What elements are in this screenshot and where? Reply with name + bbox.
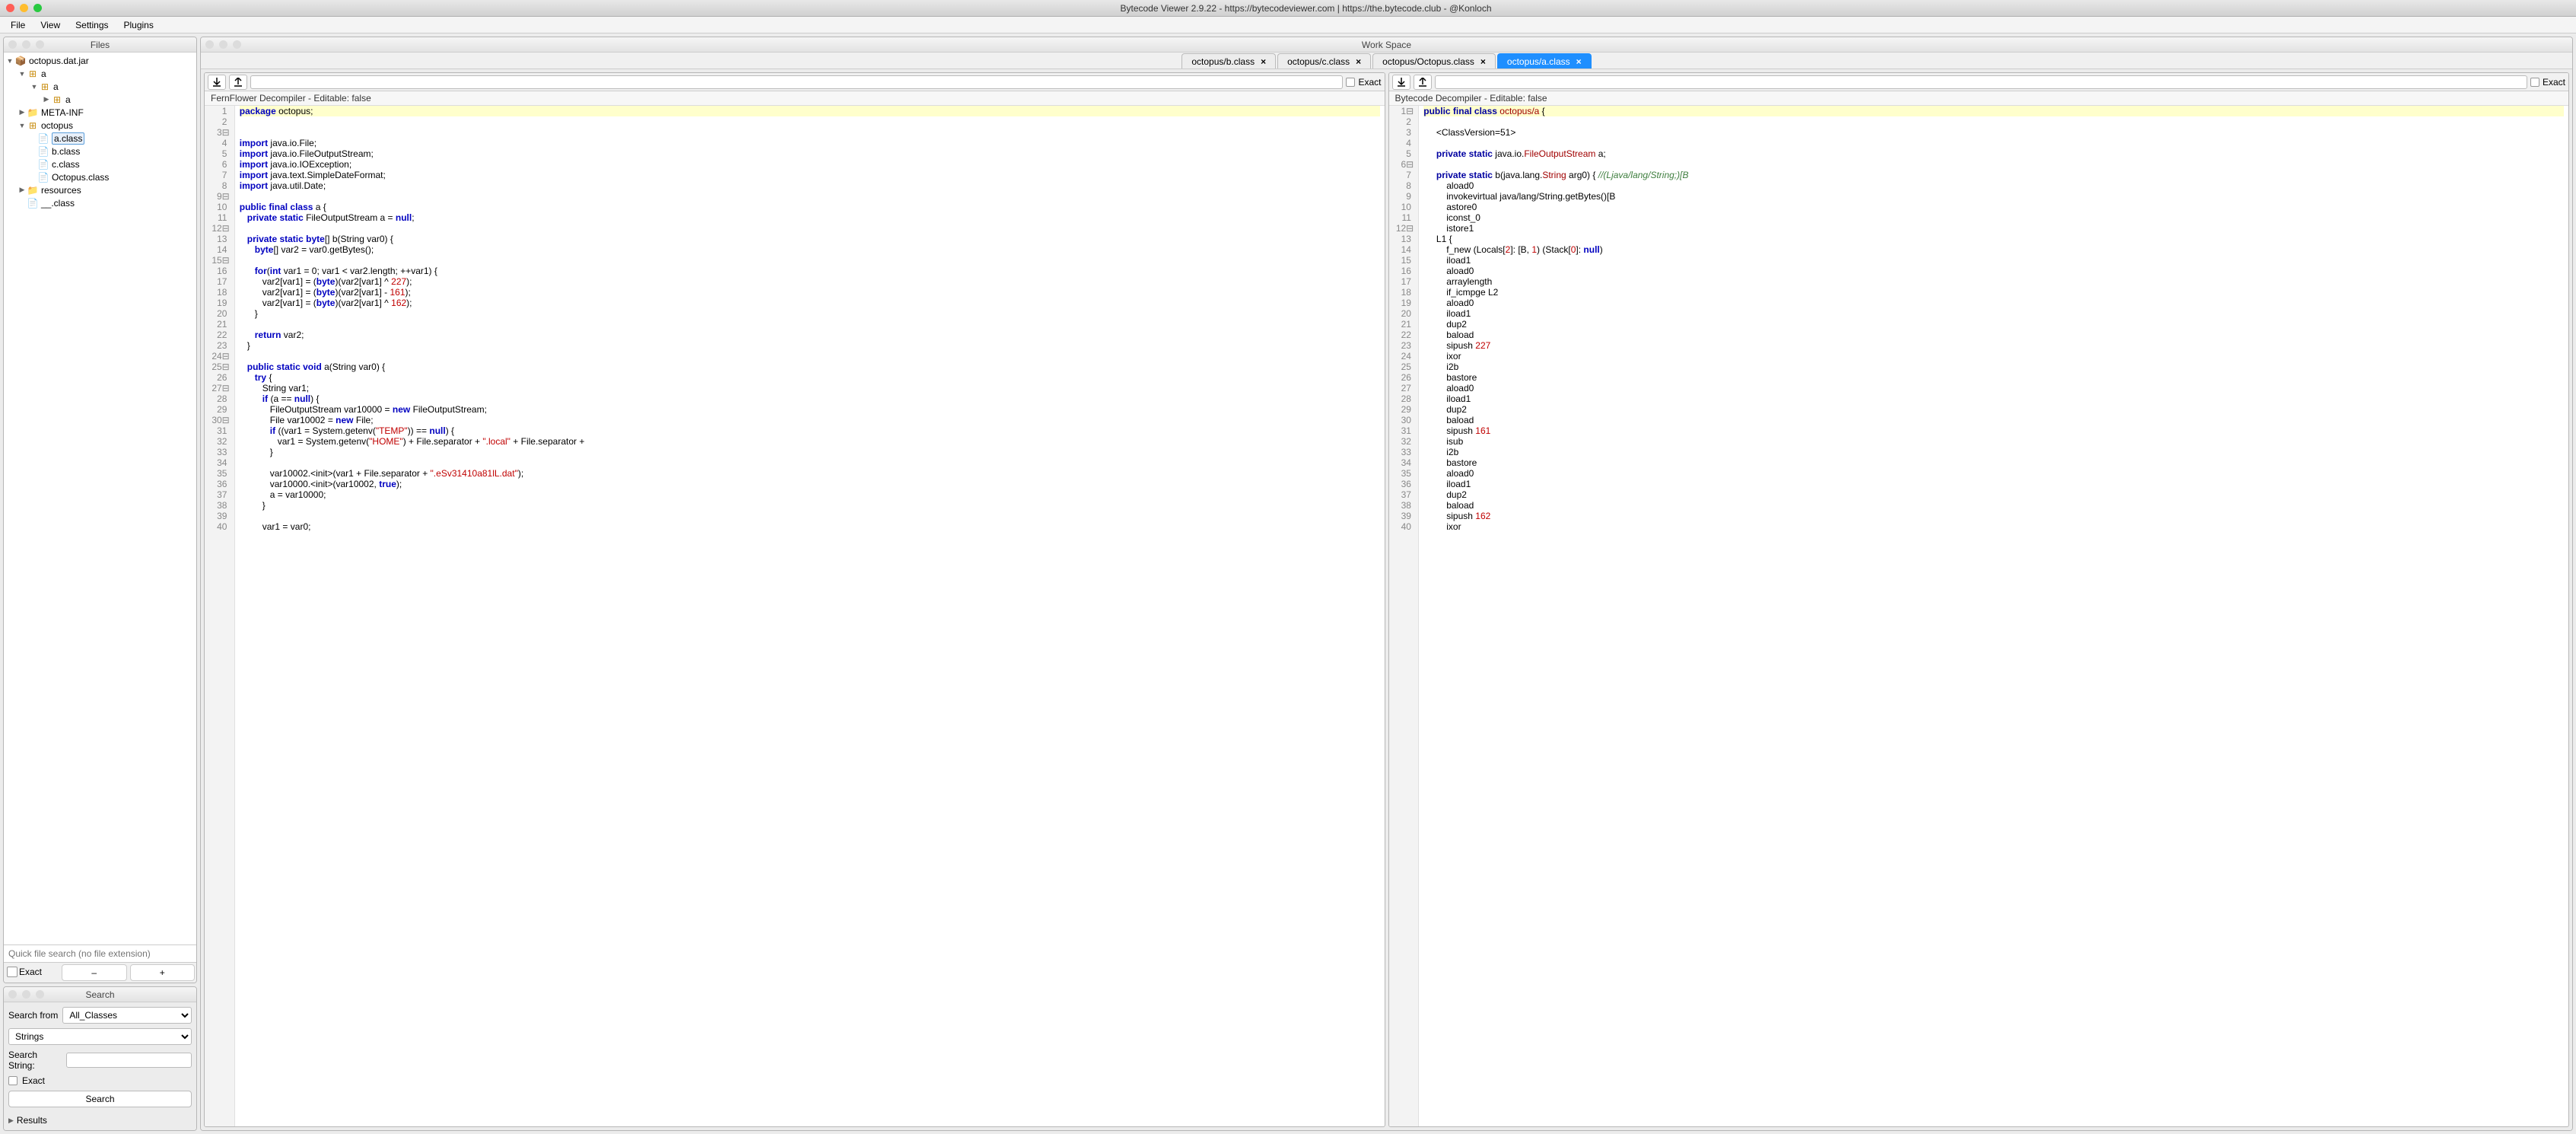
line-gutter: 1 2 3⊟ 4 5 6 7 8 9⊟ 10 11 12⊟ 13 14 15⊟ … (205, 106, 235, 1126)
exact-checkbox[interactable]: Exact (5, 964, 59, 981)
zoom-icon[interactable] (33, 4, 42, 12)
search-type-select[interactable]: Strings (8, 1028, 192, 1045)
decompiler-pane-bytecode: Exact Bytecode Decompiler - Editable: fa… (1388, 72, 2570, 1127)
menu-settings[interactable]: Settings (68, 20, 116, 30)
menu-file[interactable]: File (3, 20, 33, 30)
results-tree[interactable]: ▶Results (8, 1112, 192, 1126)
workspace-title: Work Space (205, 40, 2568, 50)
package-icon: ⊞ (27, 120, 39, 131)
workspace-traffic[interactable] (205, 40, 241, 49)
zoom-icon[interactable] (36, 40, 44, 49)
package-icon: ⊞ (27, 68, 39, 79)
files-panel-traffic[interactable] (8, 40, 44, 49)
tree-jar-root[interactable]: ▼📦octopus.dat.jar (4, 54, 196, 67)
tree-b-class[interactable]: 📄b.class (4, 145, 196, 158)
search-string-label: Search String: (8, 1050, 62, 1071)
class-icon: 📄 (37, 159, 49, 170)
package-icon: ⊞ (51, 94, 63, 105)
close-icon[interactable] (6, 4, 14, 12)
zoom-icon[interactable] (233, 40, 241, 49)
minimize-icon[interactable] (20, 4, 28, 12)
exact-checkbox[interactable] (2530, 78, 2539, 87)
upload-button[interactable] (229, 75, 247, 90)
search-from-select[interactable]: All_Classes (62, 1007, 192, 1024)
search-from-label: Search from (8, 1010, 58, 1021)
search-exact-label: Exact (22, 1075, 45, 1086)
class-icon: 📄 (37, 146, 49, 157)
folder-icon: 📁 (27, 185, 39, 196)
search-panel-traffic[interactable] (8, 990, 44, 999)
close-icon[interactable] (205, 40, 214, 49)
class-icon: 📄 (37, 172, 49, 183)
workspace-panel: Work Space octopus/b.class× octopus/c.cl… (200, 37, 2573, 1131)
save-button[interactable] (1392, 75, 1410, 90)
files-panel: Files ▼📦octopus.dat.jar ▼⊞a ▼⊞a ▶⊞a ▶📁ME… (3, 37, 197, 983)
close-icon[interactable] (8, 990, 17, 999)
tree-anon-class[interactable]: 📄__.class (4, 196, 196, 209)
tree-pkg-a[interactable]: ▼⊞a (4, 67, 196, 80)
jar-icon: 📦 (14, 56, 27, 66)
class-icon: 📄 (27, 198, 39, 209)
tree-a-class[interactable]: 📄a.class (4, 132, 196, 145)
minimize-icon[interactable] (219, 40, 227, 49)
tree-meta-inf[interactable]: ▶📁META-INF (4, 106, 196, 119)
tab-c-class[interactable]: octopus/c.class× (1277, 53, 1371, 68)
tree-octopus-class[interactable]: 📄Octopus.class (4, 170, 196, 183)
close-icon[interactable]: × (1356, 56, 1361, 67)
package-icon: ⊞ (39, 81, 51, 92)
menu-view[interactable]: View (33, 20, 68, 30)
search-panel: Search Search from All_Classes Strings Se… (3, 986, 197, 1131)
file-tree[interactable]: ▼📦octopus.dat.jar ▼⊞a ▼⊞a ▶⊞a ▶📁META-INF… (4, 53, 196, 944)
menu-plugins[interactable]: Plugins (116, 20, 161, 30)
tree-pkg-a-a[interactable]: ▼⊞a (4, 80, 196, 93)
quick-search-input[interactable] (4, 945, 196, 962)
tab-a-class[interactable]: octopus/a.class× (1497, 53, 1592, 68)
tree-c-class[interactable]: 📄c.class (4, 158, 196, 170)
search-exact-checkbox[interactable] (8, 1076, 17, 1085)
window-traffic-lights[interactable] (6, 4, 42, 12)
close-icon[interactable]: × (1261, 56, 1266, 67)
upload-button[interactable] (1414, 75, 1432, 90)
code-area[interactable]: public final class octopus/a { <ClassVer… (1419, 106, 2568, 1126)
editor-header: FernFlower Decompiler - Editable: false (205, 91, 1385, 106)
class-icon: 📄 (37, 133, 49, 144)
close-icon[interactable]: × (1576, 56, 1582, 67)
exact-label: Exact (2543, 77, 2565, 88)
editor-search-input[interactable] (250, 75, 1343, 89)
search-button[interactable]: Search (8, 1091, 192, 1107)
tree-pkg-a-a-a[interactable]: ▶⊞a (4, 93, 196, 106)
expand-button[interactable]: + (130, 964, 196, 981)
window-title: Bytecode Viewer 2.9.22 - https://bytecod… (42, 3, 2570, 14)
exact-label: Exact (1358, 77, 1381, 88)
decompiler-pane-fernflower: Exact FernFlower Decompiler - Editable: … (204, 72, 1385, 1127)
close-icon[interactable]: × (1480, 56, 1486, 67)
tree-pkg-octopus[interactable]: ▼⊞octopus (4, 119, 196, 132)
search-string-input[interactable] (66, 1053, 192, 1068)
folder-icon: 📁 (27, 107, 39, 118)
tree-resources[interactable]: ▶📁resources (4, 183, 196, 196)
tab-octopus-class[interactable]: octopus/Octopus.class× (1372, 53, 1496, 68)
zoom-icon[interactable] (36, 990, 44, 999)
editor-header: Bytecode Decompiler - Editable: false (1389, 91, 2569, 106)
line-gutter: 1⊟ 2 3 4 5 6⊟ 7 8 9 10 11 12⊟ 13 14 15 1… (1389, 106, 1420, 1126)
editor-search-input[interactable] (1435, 75, 2527, 89)
collapse-button[interactable]: – (62, 964, 127, 981)
tab-b-class[interactable]: octopus/b.class× (1181, 53, 1276, 68)
editor-tabs[interactable]: octopus/b.class× octopus/c.class× octopu… (201, 53, 2572, 69)
window-titlebar: Bytecode Viewer 2.9.22 - https://bytecod… (0, 0, 2576, 17)
minimize-icon[interactable] (22, 40, 30, 49)
code-area[interactable]: package octopus; import java.io.File; im… (235, 106, 1385, 1126)
minimize-icon[interactable] (22, 990, 30, 999)
exact-checkbox[interactable] (1346, 78, 1355, 87)
menubar[interactable]: File View Settings Plugins (0, 17, 2576, 33)
close-icon[interactable] (8, 40, 17, 49)
save-button[interactable] (208, 75, 226, 90)
